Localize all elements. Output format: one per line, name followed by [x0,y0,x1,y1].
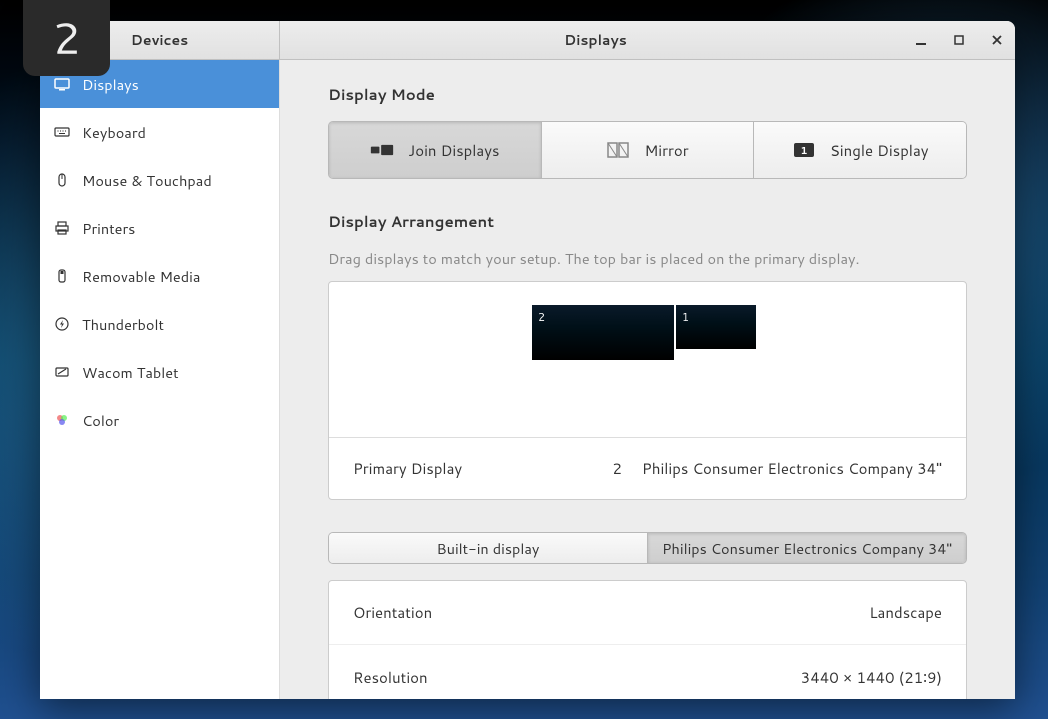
sidebar: Displays Keyboard Mouse & Touchpad Print… [40,60,280,699]
tab-built-in[interactable]: Built-in display [329,533,648,563]
display-preview-2[interactable]: 2 [532,305,674,360]
primary-display-name: Philips Consumer Electronics Company 34" [642,458,942,479]
tab-philips[interactable]: Philips Consumer Electronics Company 34" [648,533,966,563]
primary-display-label: Primary Display [353,458,612,479]
sidebar-item-printers[interactable]: Printers [40,204,279,252]
resolution-row[interactable]: Resolution 3440 × 1440 (21∶9) [329,645,966,699]
single-icon: 1 [792,140,816,160]
window-title: Displays [564,30,627,50]
primary-display-row[interactable]: Primary Display 2 Philips Consumer Elect… [329,437,966,499]
sidebar-item-label: Mouse & Touchpad [82,170,212,191]
keyboard-icon [54,124,70,140]
sidebar-item-label: Removable Media [82,266,200,287]
display-mode-group: Join Displays Mirror 1 Single Display [328,121,967,179]
sidebar-item-thunderbolt[interactable]: Thunderbolt [40,300,279,348]
close-button[interactable] [987,30,1007,50]
sidebar-item-label: Color [82,410,119,431]
mouse-icon [54,172,70,188]
thunderbolt-icon [54,316,70,332]
tab-label: Built-in display [437,538,540,559]
display-preview-1[interactable]: 1 [676,305,756,349]
setting-value: Landscape [869,602,942,623]
sidebar-item-wacom[interactable]: Wacom Tablet [40,348,279,396]
setting-label: Orientation [353,602,869,623]
arrangement-title: Display Arrangement [328,211,967,232]
window-controls [911,21,1015,59]
toggle-label: Single Display [830,140,929,161]
toggle-label: Mirror [644,140,688,161]
sidebar-item-label: Displays [82,74,139,95]
sidebar-item-removable-media[interactable]: Removable Media [40,252,279,300]
tablet-icon [54,364,70,380]
workspace-indicator: 2 [23,0,110,76]
single-display-button[interactable]: 1 Single Display [754,122,966,178]
svg-text:1: 1 [800,144,807,158]
sidebar-item-keyboard[interactable]: Keyboard [40,108,279,156]
settings-window: Devices Displays Displays [40,21,1015,699]
display-mode-title: Display Mode [328,84,967,105]
display-selector-tabs: Built-in display Philips Consumer Electr… [328,532,967,564]
sidebar-item-label: Printers [82,218,135,239]
arrangement-hint: Drag displays to match your setup. The t… [328,248,967,269]
titlebar-title-area: Displays [280,21,911,59]
mirror-icon [606,140,630,160]
arrangement-canvas[interactable]: 2 1 [329,282,966,437]
displays-icon [54,76,70,92]
titlebar-back-label: Devices [131,30,189,50]
display-number: 1 [682,309,689,325]
sidebar-item-mouse[interactable]: Mouse & Touchpad [40,156,279,204]
color-icon [54,412,70,428]
join-icon [370,140,394,160]
sidebar-item-label: Keyboard [82,122,146,143]
display-number: 2 [538,309,545,325]
main-content: Display Mode Join Displays Mirror [280,60,1015,699]
setting-label: Resolution [353,667,801,688]
arrangement-box: 2 1 Primary Display 2 Philips Consumer E… [328,281,967,500]
toggle-label: Join Displays [408,140,499,161]
media-icon [54,268,70,284]
printer-icon [54,220,70,236]
minimize-button[interactable] [911,30,931,50]
orientation-row[interactable]: Orientation Landscape [329,581,966,645]
join-displays-button[interactable]: Join Displays [329,122,542,178]
sidebar-item-label: Thunderbolt [82,314,164,335]
display-settings-list: Orientation Landscape Resolution 3440 × … [328,580,967,699]
primary-display-number: 2 [612,458,622,479]
sidebar-item-color[interactable]: Color [40,396,279,444]
workspace-number: 2 [53,7,81,69]
setting-value: 3440 × 1440 (21∶9) [801,667,942,688]
sidebar-item-label: Wacom Tablet [82,362,179,383]
maximize-button[interactable] [949,30,969,50]
tab-label: Philips Consumer Electronics Company 34" [662,538,952,559]
mirror-button[interactable]: Mirror [542,122,755,178]
titlebar: Devices Displays [40,21,1015,60]
